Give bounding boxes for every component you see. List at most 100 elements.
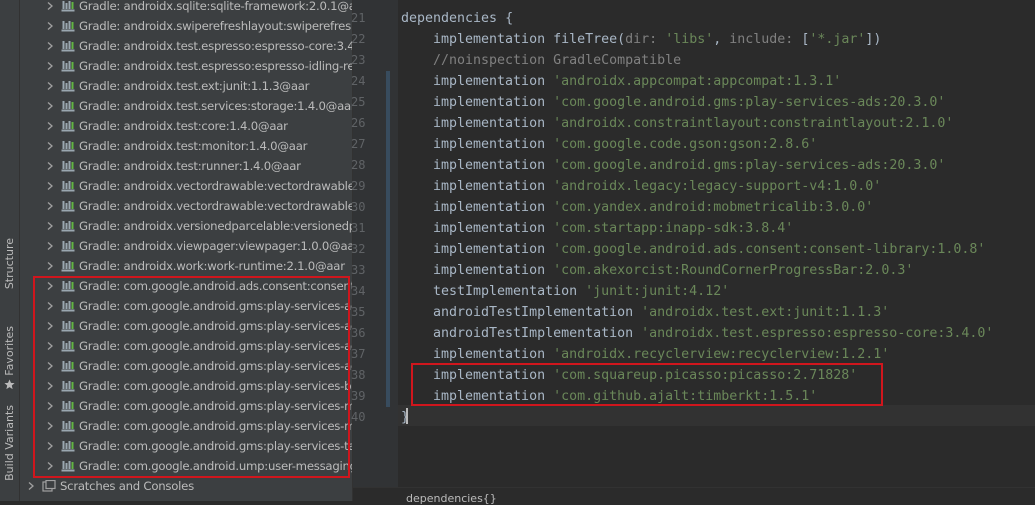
chevron-right-icon[interactable]: [45, 181, 55, 191]
library-icon: [61, 181, 75, 192]
line-number: 27: [351, 137, 366, 151]
code-token: 'androidx.constraintlayout:constraintlay…: [553, 116, 954, 131]
chevron-right-icon[interactable]: [45, 441, 55, 451]
tree-item[interactable]: Gradle: com.google.android.gms:play-serv…: [20, 316, 353, 336]
tree-item-label: Gradle: androidx.test.ext:junit:1.1.3@aa…: [79, 79, 310, 93]
tree-item[interactable]: Gradle: androidx.test.espresso:espresso-…: [20, 56, 353, 76]
tree-item-label: Gradle: com.google.android.ump:user-mess…: [79, 459, 353, 473]
chevron-right-icon[interactable]: [45, 141, 55, 151]
code-line: androidTestImplementation 'androidx.test…: [433, 323, 993, 344]
tree-item[interactable]: Gradle: androidx.swiperefreshlayout:swip…: [20, 16, 353, 36]
scratches-and-consoles-item[interactable]: Scratches and Consoles: [20, 476, 353, 496]
library-icon: [61, 41, 75, 52]
chevron-right-icon[interactable]: [45, 341, 55, 351]
chevron-right-icon[interactable]: [45, 301, 55, 311]
line-number: 26: [351, 116, 366, 130]
chevron-right-icon[interactable]: [45, 41, 55, 51]
chevron-right-icon[interactable]: [45, 461, 55, 471]
line-number-gutter: 21 22 23 24 25 26 27 28 29 30 31 32 33 34 35 36 37 38 39 40: [351, 0, 398, 487]
code-token: 'libs': [665, 32, 714, 47]
code-token: implementation: [433, 179, 554, 194]
line-number: 28: [351, 158, 366, 172]
chevron-right-icon[interactable]: [45, 241, 55, 251]
chevron-right-icon[interactable]: [45, 201, 55, 211]
vcs-change-marker[interactable]: [386, 302, 390, 407]
chevron-right-icon[interactable]: [45, 21, 55, 31]
breadcrumb[interactable]: dependencies{}: [353, 487, 1035, 505]
chevron-right-icon[interactable]: [45, 261, 55, 271]
tree-item[interactable]: Gradle: com.google.android.gms:play-serv…: [20, 336, 353, 356]
chevron-right-icon[interactable]: [45, 381, 55, 391]
chevron-right-icon[interactable]: [45, 321, 55, 331]
tree-item[interactable]: Gradle: com.google.android.gms:play-serv…: [20, 376, 353, 396]
library-icon: [61, 381, 75, 392]
line-number: 21: [351, 11, 366, 25]
chevron-right-icon[interactable]: [45, 161, 55, 171]
tree-item[interactable]: Gradle: androidx.versionedparcelable:ver…: [20, 216, 353, 236]
chevron-right-icon[interactable]: [45, 421, 55, 431]
chevron-right-icon[interactable]: [26, 481, 36, 491]
chevron-right-icon[interactable]: [45, 221, 55, 231]
code-token: implementation: [433, 347, 554, 362]
line-number: 34: [351, 284, 366, 298]
code-line: implementation 'androidx.recyclerview:re…: [433, 344, 889, 365]
project-tree-panel: Gradle: androidx.sqlite:sqlite-framework…: [20, 0, 353, 501]
chevron-right-icon[interactable]: [45, 361, 55, 371]
favorites-tab[interactable]: Favorites: [0, 276, 19, 390]
code-token: implementation: [433, 200, 554, 215]
tree-item[interactable]: Gradle: androidx.viewpager:viewpager:1.0…: [20, 236, 353, 256]
tree-item[interactable]: Gradle: androidx.sqlite:sqlite-framework…: [20, 0, 353, 16]
chevron-right-icon[interactable]: [45, 281, 55, 291]
code-token: '*.jar': [809, 32, 866, 47]
code-editor[interactable]: 21 22 23 24 25 26 27 28 29 30 31 32 33 34 35 36 37 38 39 40…: [351, 0, 1035, 505]
tree-item[interactable]: Gradle: androidx.test.services:storage:1…: [20, 96, 353, 116]
tree-item[interactable]: Gradle: androidx.test.ext:junit:1.1.3@aa…: [20, 76, 353, 96]
build-variants-tab[interactable]: Build Variants: [0, 405, 19, 481]
chevron-right-icon[interactable]: [45, 61, 55, 71]
tree-item[interactable]: Gradle: com.google.android.gms:play-serv…: [20, 396, 353, 416]
code-token: 'com.yandex.android:mobmetricalib:3.0.0': [553, 200, 874, 215]
tree-item[interactable]: Gradle: com.google.android.ads.consent:c…: [20, 276, 353, 296]
library-icon: [61, 1, 75, 12]
tree-item[interactable]: Gradle: androidx.work:work-runtime:2.1.0…: [20, 256, 353, 276]
code-token: ]): [865, 32, 882, 47]
library-icon: [61, 61, 75, 72]
tree-item[interactable]: Gradle: androidx.test:runner:1.4.0@aar: [20, 156, 353, 176]
tree-item[interactable]: Gradle: androidx.test.espresso:espresso-…: [20, 36, 353, 56]
code-line: implementation 'com.google.android.ads.c…: [433, 239, 985, 260]
line-number: 33: [351, 263, 366, 277]
code-token: implementation: [433, 242, 554, 257]
code-token: implementation: [433, 368, 554, 383]
tree-item[interactable]: Gradle: com.google.android.ump:user-mess…: [20, 456, 353, 476]
code-line: implementation 'com.squareup.picasso:pic…: [433, 365, 857, 386]
chevron-right-icon[interactable]: [45, 401, 55, 411]
chevron-right-icon[interactable]: [45, 81, 55, 91]
library-icon: [61, 101, 75, 112]
tree-item[interactable]: Gradle: com.google.android.gms:play-serv…: [20, 436, 353, 456]
tree-item[interactable]: Gradle: androidx.vectordrawable:vectordr…: [20, 196, 353, 216]
scratches-label: Scratches and Consoles: [60, 479, 194, 493]
tree-item-label: Gradle: androidx.test:monitor:1.4.0@aar: [79, 139, 308, 153]
star-icon: [4, 379, 15, 389]
tree-item[interactable]: Gradle: com.google.android.gms:play-serv…: [20, 416, 353, 436]
tree-item[interactable]: Gradle: androidx.vectordrawable:vectordr…: [20, 176, 353, 196]
tree-item-label: Gradle: com.google.android.gms:play-serv…: [79, 419, 353, 433]
line-number: 31: [351, 221, 366, 235]
tree-item-label: Gradle: com.google.android.gms:play-serv…: [79, 339, 353, 353]
chevron-right-icon[interactable]: [45, 121, 55, 131]
library-icon: [61, 441, 75, 452]
tree-item[interactable]: Gradle: com.google.android.gms:play-serv…: [20, 356, 353, 376]
code-token: 'com.akexorcist:RoundCornerProgressBar:2…: [553, 263, 914, 278]
code-token: 'androidx.test.ext:junit:1.1.3': [641, 305, 890, 320]
code-line: dependencies {: [401, 8, 513, 29]
tree-item[interactable]: Gradle: androidx.test:core:1.4.0@aar: [20, 116, 353, 136]
chevron-right-icon[interactable]: [45, 101, 55, 111]
line-number: 40: [351, 410, 366, 424]
code-token: androidTestImplementation: [433, 326, 642, 341]
tree-item[interactable]: Gradle: com.google.android.gms:play-serv…: [20, 296, 353, 316]
line-number: 35: [351, 305, 366, 319]
tree-item[interactable]: Gradle: androidx.test:monitor:1.4.0@aar: [20, 136, 353, 156]
code-line: implementation 'androidx.legacy:legacy-s…: [433, 176, 881, 197]
chevron-right-icon[interactable]: [45, 1, 55, 11]
breadcrumb-item[interactable]: dependencies{}: [406, 492, 497, 505]
